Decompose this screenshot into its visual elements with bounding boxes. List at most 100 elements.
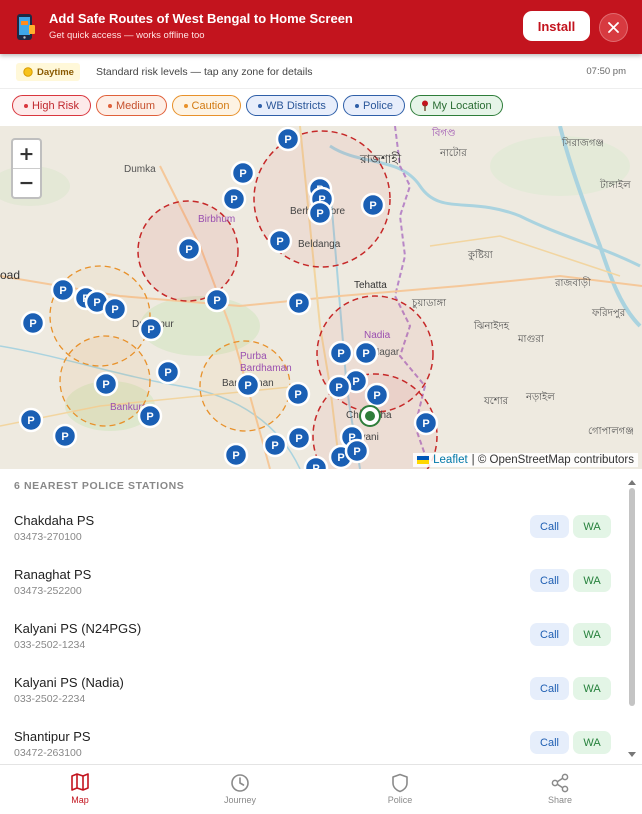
shield-icon <box>392 773 408 793</box>
nav-label: Map <box>71 795 89 805</box>
zoom-out-button[interactable]: − <box>13 169 40 197</box>
nav-police[interactable]: Police <box>320 765 480 814</box>
chip-label: Caution <box>191 99 230 112</box>
list-scrollbar[interactable] <box>627 480 638 760</box>
medium-dot <box>107 103 112 108</box>
pin-icon <box>422 100 429 111</box>
nav-share[interactable]: Share <box>480 765 640 814</box>
filter-chips: High Risk Medium Caution WB Districts Po… <box>0 89 642 125</box>
station-phone: 033-2502-1234 <box>14 639 86 651</box>
leaflet-link[interactable]: Leaflet <box>433 454 468 466</box>
call-button[interactable]: Call <box>530 515 569 538</box>
place-label: রাজবাড়ী <box>555 278 591 289</box>
station-row[interactable]: Shantipur PS 03472-263100 Call WA <box>0 716 626 764</box>
place-label: ফরিদপুর <box>592 308 626 319</box>
call-button[interactable]: Call <box>530 677 569 700</box>
call-button[interactable]: Call <box>530 731 569 754</box>
nav-journey[interactable]: Journey <box>160 765 320 814</box>
station-row[interactable]: Kalyani PS (Nadia) 033-2502-2234 Call WA <box>0 662 626 717</box>
close-banner-button[interactable] <box>599 13 628 42</box>
map-tiles[interactable] <box>0 126 642 469</box>
chip-label: High Risk <box>31 99 80 112</box>
sun-icon <box>23 67 33 77</box>
chip-high-risk[interactable]: High Risk <box>12 95 91 116</box>
status-text: Standard risk levels — tap any zone for … <box>96 66 313 78</box>
place-label: Purba Bardhaman <box>240 351 292 374</box>
place-label: Berhampore <box>290 206 345 217</box>
banner-subtitle: Get quick access — works offline too <box>49 30 205 41</box>
whatsapp-button[interactable]: WA <box>573 569 611 592</box>
place-label: রাজশাহী <box>360 152 402 166</box>
zoom-in-button[interactable]: + <box>13 140 40 169</box>
station-phone: 03473-252200 <box>14 585 82 597</box>
station-name: Ranaghat PS <box>14 567 92 582</box>
phone-app-icon <box>17 14 35 40</box>
place-label: oad <box>0 268 21 282</box>
place-label: Chakdaha <box>346 410 392 421</box>
station-row[interactable]: Ranaghat PS 03473-252200 Call WA <box>0 554 626 609</box>
daytime-label: Daytime <box>37 66 74 78</box>
place-label: Nagar <box>372 347 400 358</box>
whatsapp-button[interactable]: WA <box>573 731 611 754</box>
station-phone: 03473-270100 <box>14 531 82 543</box>
clock-icon <box>231 774 249 792</box>
place-label: নাটোর <box>440 148 467 159</box>
station-phone: 033-2502-2234 <box>14 693 86 705</box>
place-label: Durgapur <box>132 319 174 330</box>
place-label: Beldanga <box>298 239 341 250</box>
bottom-nav: Map Journey Police Share <box>0 764 642 814</box>
scroll-up-arrow[interactable] <box>628 480 636 485</box>
stations-header-label: 6 NEAREST POLICE STATIONS <box>14 480 185 492</box>
map-icon <box>71 773 89 791</box>
chip-my-location[interactable]: My Location <box>410 95 503 116</box>
install-button[interactable]: Install <box>523 11 590 41</box>
daytime-badge: Daytime <box>16 63 80 81</box>
place-label: যশোর <box>484 396 509 407</box>
place-label: সিরাজগঞ্জ <box>562 138 604 149</box>
station-name: Chakdaha PS <box>14 513 95 528</box>
chip-wb-districts[interactable]: WB Districts <box>246 95 338 116</box>
chip-police[interactable]: Police <box>343 95 405 116</box>
station-row[interactable]: Kalyani PS (N24PGS) 033-2502-1234 Call W… <box>0 608 626 663</box>
place-label: Kalyani <box>346 432 379 443</box>
chip-medium[interactable]: Medium <box>96 95 167 116</box>
scroll-thumb[interactable] <box>629 488 635 706</box>
call-button[interactable]: Call <box>530 569 569 592</box>
chip-label: Medium <box>115 99 156 112</box>
zoom-control: + − <box>11 138 42 199</box>
station-row[interactable]: Chakdaha PS 03473-270100 Call WA <box>0 500 626 555</box>
place-label: চুয়াডাঙ্গা <box>412 298 446 309</box>
call-button[interactable]: Call <box>530 623 569 646</box>
whatsapp-button[interactable]: WA <box>573 677 611 700</box>
place-label: Bardhaman <box>222 378 274 389</box>
station-phone: 03472-263100 <box>14 747 82 759</box>
place-label: Birbhum <box>198 214 236 225</box>
place-label: গোপালগঞ্জ <box>588 426 634 437</box>
chip-label: WB Districts <box>266 99 326 112</box>
nav-label: Share <box>547 795 573 805</box>
place-label: টাঙ্গাইল <box>600 180 631 191</box>
ukraine-flag-icon <box>417 456 430 464</box>
scroll-down-arrow[interactable] <box>628 752 636 757</box>
nav-label: Police <box>387 795 413 805</box>
place-label: Bankura <box>110 402 148 413</box>
map-attribution: Leaflet | © OpenStreetMap contributors <box>413 453 638 467</box>
station-name: Kalyani PS (Nadia) <box>14 675 124 690</box>
nav-map[interactable]: Map <box>0 765 160 814</box>
caution-dot <box>183 103 188 108</box>
place-label: নড়াইল <box>526 392 555 403</box>
map-view[interactable]: Dumka রাজশাহী নাটোর সিরাজগঞ্জ টাঙ্গাইল ব… <box>0 126 642 469</box>
chip-label: Police <box>363 99 393 112</box>
whatsapp-button[interactable]: WA <box>573 515 611 538</box>
place-label: বিগণ্ড <box>432 128 456 139</box>
chip-caution[interactable]: Caution <box>172 95 241 116</box>
osm-attribution: | © OpenStreetMap contributors <box>471 454 634 466</box>
high-risk-dot <box>23 103 28 108</box>
police-dot <box>355 103 360 108</box>
banner-title: Add Safe Routes of West Bengal to Home S… <box>49 11 353 26</box>
districts-dot <box>258 103 263 108</box>
stations-list[interactable]: Chakdaha PS 03473-270100 Call WA Ranagha… <box>0 500 626 764</box>
whatsapp-button[interactable]: WA <box>573 623 611 646</box>
install-banner: Add Safe Routes of West Bengal to Home S… <box>0 0 642 54</box>
place-label: Nadia <box>364 330 391 341</box>
